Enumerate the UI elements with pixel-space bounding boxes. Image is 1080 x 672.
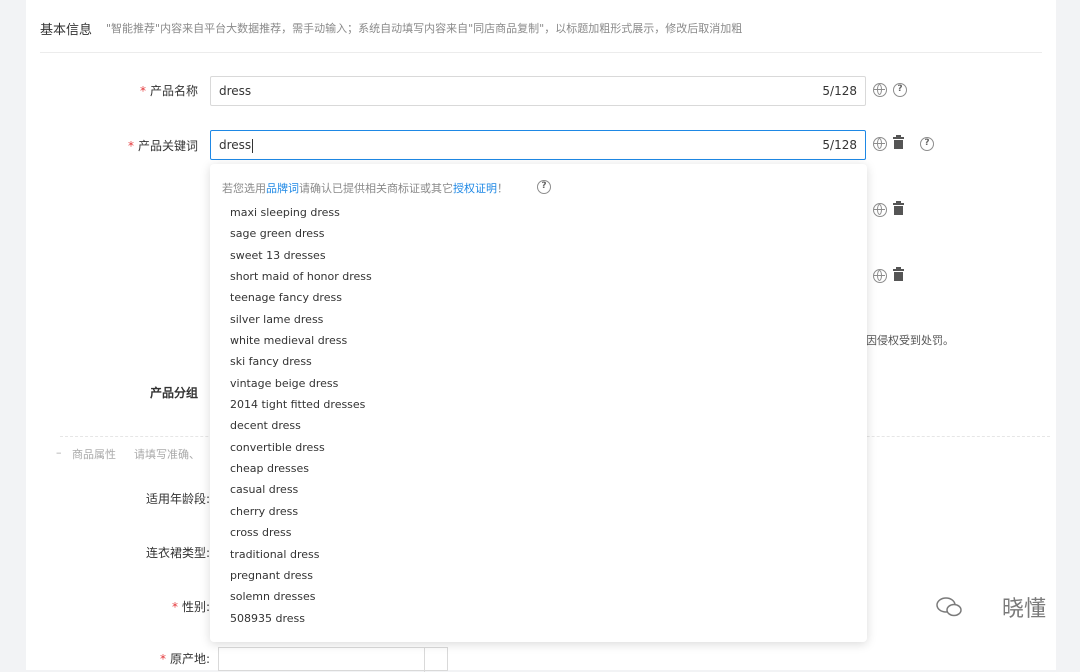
suggestion-item[interactable]: cheap dresses <box>230 458 372 479</box>
keyword-value: dress <box>219 138 252 152</box>
suggestion-item[interactable]: teenage fancy dress <box>230 287 372 308</box>
attrs-hint: 请填写准确、 <box>134 448 200 461</box>
suggestion-item[interactable]: convertible dress <box>230 437 372 458</box>
product-name-label: * 产品名称 <box>139 84 198 98</box>
globe-icon[interactable] <box>873 83 887 97</box>
suggestion-item[interactable]: sage green dress <box>230 223 372 244</box>
product-name-count: 5/128 <box>822 84 857 98</box>
required-mark: * <box>127 139 134 153</box>
product-group-label: 产品分组 <box>149 386 198 400</box>
suggestion-item[interactable]: cross dress <box>230 522 372 543</box>
suggestion-item[interactable]: short maid of honor dress <box>230 266 372 287</box>
keyword-input[interactable]: dress 5/128 <box>210 130 866 160</box>
globe-icon[interactable] <box>873 137 887 151</box>
attrs-title: 商品属性 <box>72 448 116 461</box>
suggestion-item[interactable]: 508935 dress <box>230 608 372 629</box>
brand-tip: 若您选用品牌词请确认已提供相关商标证或其它授权证明！ <box>222 182 508 195</box>
brand-word-link[interactable]: 品牌词 <box>266 182 299 195</box>
gender-label: * 性别: <box>171 600 210 614</box>
suggestion-item[interactable]: sweet 13 dresses <box>230 245 372 266</box>
keyword-suggestions-dropdown: 若您选用品牌词请确认已提供相关商标证或其它授权证明！ ? maxi sleepi… <box>210 164 867 642</box>
suggestion-item[interactable]: 2014 tight fitted dresses <box>230 394 372 415</box>
suggestion-item[interactable]: pregnant dress <box>230 565 372 586</box>
suggestion-item[interactable]: white medieval dress <box>230 330 372 351</box>
keyword-count: 5/128 <box>822 138 857 152</box>
text-caret <box>252 138 254 153</box>
help-icon[interactable]: ? <box>893 83 907 97</box>
suggestion-item[interactable]: ski fancy dress <box>230 351 372 372</box>
infringement-warning: 因侵权受到处罚。 <box>866 334 954 347</box>
dress-type-label: 连衣裙类型: <box>145 546 210 560</box>
suggestion-item[interactable]: cherry dress <box>230 501 372 522</box>
watermark-text: 晓懂 <box>1001 597 1046 622</box>
suggestion-item[interactable]: solemn dresses <box>230 586 372 607</box>
trash-icon[interactable] <box>893 267 904 281</box>
suggestion-list: maxi sleeping dress sage green dress swe… <box>230 202 372 629</box>
help-icon[interactable]: ? <box>537 180 551 194</box>
suggestion-item[interactable]: decent dress <box>230 415 372 436</box>
section-note: "智能推荐"内容来自平台大数据推荐，需手动输入；系统自动填写内容来自"同店商品复… <box>106 22 743 35</box>
suggestion-item[interactable]: traditional dress <box>230 544 372 565</box>
product-name-input[interactable]: dress 5/128 <box>210 76 866 106</box>
wechat-icon <box>936 597 962 617</box>
required-mark: * <box>139 84 146 98</box>
trash-icon[interactable] <box>893 135 904 149</box>
authorization-link[interactable]: 授权证明 <box>453 182 497 195</box>
suggestion-item[interactable]: maxi sleeping dress <box>230 202 372 223</box>
suggestion-item[interactable]: vintage beige dress <box>230 373 372 394</box>
attrs-collapse-icon[interactable]: – <box>56 446 62 459</box>
globe-icon[interactable] <box>873 269 887 283</box>
help-icon[interactable]: ? <box>920 137 934 151</box>
keyword-label: * 产品关键词 <box>127 139 198 153</box>
suggestion-item[interactable]: silver lame dress <box>230 309 372 330</box>
origin-select[interactable] <box>218 647 448 672</box>
product-name-value: dress <box>219 84 252 98</box>
divider <box>40 52 1042 53</box>
required-mark: * <box>159 652 166 666</box>
required-mark: * <box>171 600 178 614</box>
suggestion-item[interactable]: casual dress <box>230 479 372 500</box>
origin-label: * 原产地: <box>159 652 210 666</box>
section-title: 基本信息 <box>40 23 93 38</box>
trash-icon[interactable] <box>893 201 904 215</box>
age-label: 适用年龄段: <box>145 492 210 506</box>
globe-icon[interactable] <box>873 203 887 217</box>
